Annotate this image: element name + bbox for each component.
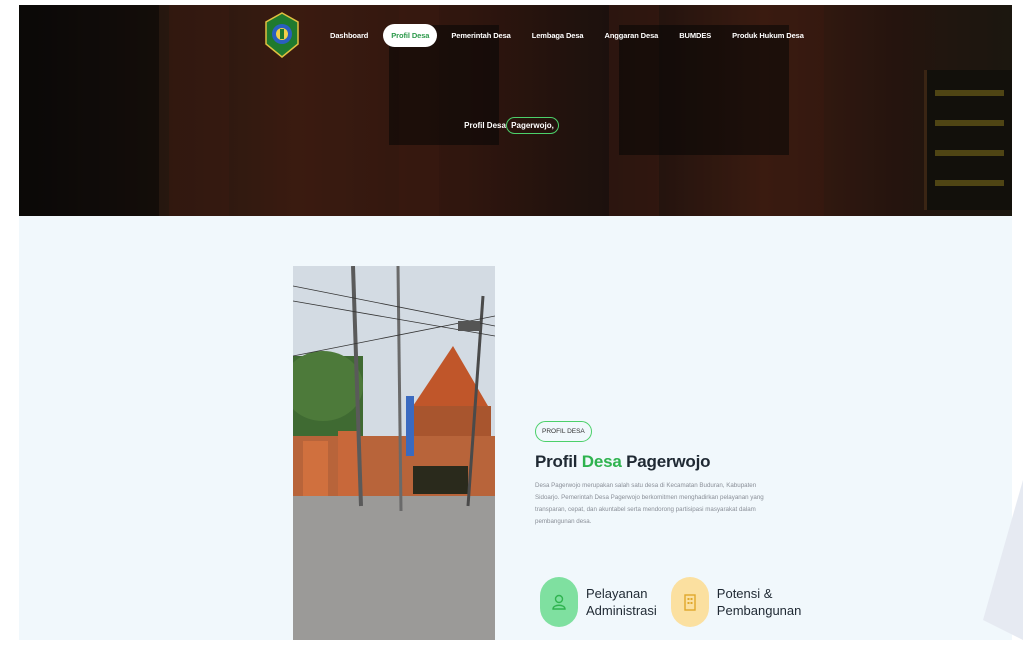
hero-title-prefix: Profil Desa (464, 121, 506, 130)
features: Pelayanan Administrasi Potensi & Pembang… (540, 577, 815, 627)
feature-potensi-line1: Potensi & (716, 586, 773, 601)
tag-highlight: DESA (567, 428, 585, 435)
building-icon (670, 577, 709, 627)
content-section (19, 216, 1012, 640)
hero-title: Profil Desa Pagerwojo, (0, 117, 1023, 134)
title-end: Pagerwojo (626, 452, 711, 471)
section-tag: PROFIL DESA (535, 421, 592, 442)
title-green: Desa (581, 452, 622, 471)
feature-pelayanan-line2: Administrasi (586, 603, 657, 618)
feature-pelayanan-line1: Pelayanan (586, 586, 648, 601)
nav-bumdes[interactable]: BUMDES (679, 31, 711, 40)
village-office-photo (293, 266, 495, 640)
feature-potensi-line2: Pembangunan (716, 603, 802, 618)
nav-produk-hukum-desa[interactable]: Produk Hukum Desa (732, 31, 804, 40)
main-nav: Dashboard Profil Desa Pemerintah Desa Le… (330, 22, 825, 48)
about-section: PROFIL DESA Profil Desa Pagerwojo Desa P… (535, 420, 815, 528)
tag-prefix: PROFIL (542, 428, 566, 435)
nav-pemerintah-desa[interactable]: Pemerintah Desa (451, 31, 510, 40)
village-logo[interactable] (264, 12, 300, 58)
hero-title-highlight: Pagerwojo, (506, 117, 559, 134)
user-service-icon (540, 577, 578, 627)
decorative-shape (953, 470, 1023, 640)
feature-pelayanan[interactable]: Pelayanan Administrasi (540, 577, 657, 627)
about-description: Desa Pagerwojo merupakan salah satu desa… (535, 482, 764, 525)
nav-profil-desa[interactable]: Profil Desa (383, 23, 438, 47)
nav-dashboard[interactable]: Dashboard (330, 31, 368, 40)
about-title: Profil Desa Pagerwojo (535, 452, 815, 472)
nav-lembaga-desa[interactable]: Lembaga Desa (532, 31, 584, 40)
nav-anggaran-desa[interactable]: Anggaran Desa (605, 31, 659, 40)
feature-potensi[interactable]: Potensi & Pembangunan (670, 577, 802, 627)
title-start: Profil (535, 452, 578, 471)
